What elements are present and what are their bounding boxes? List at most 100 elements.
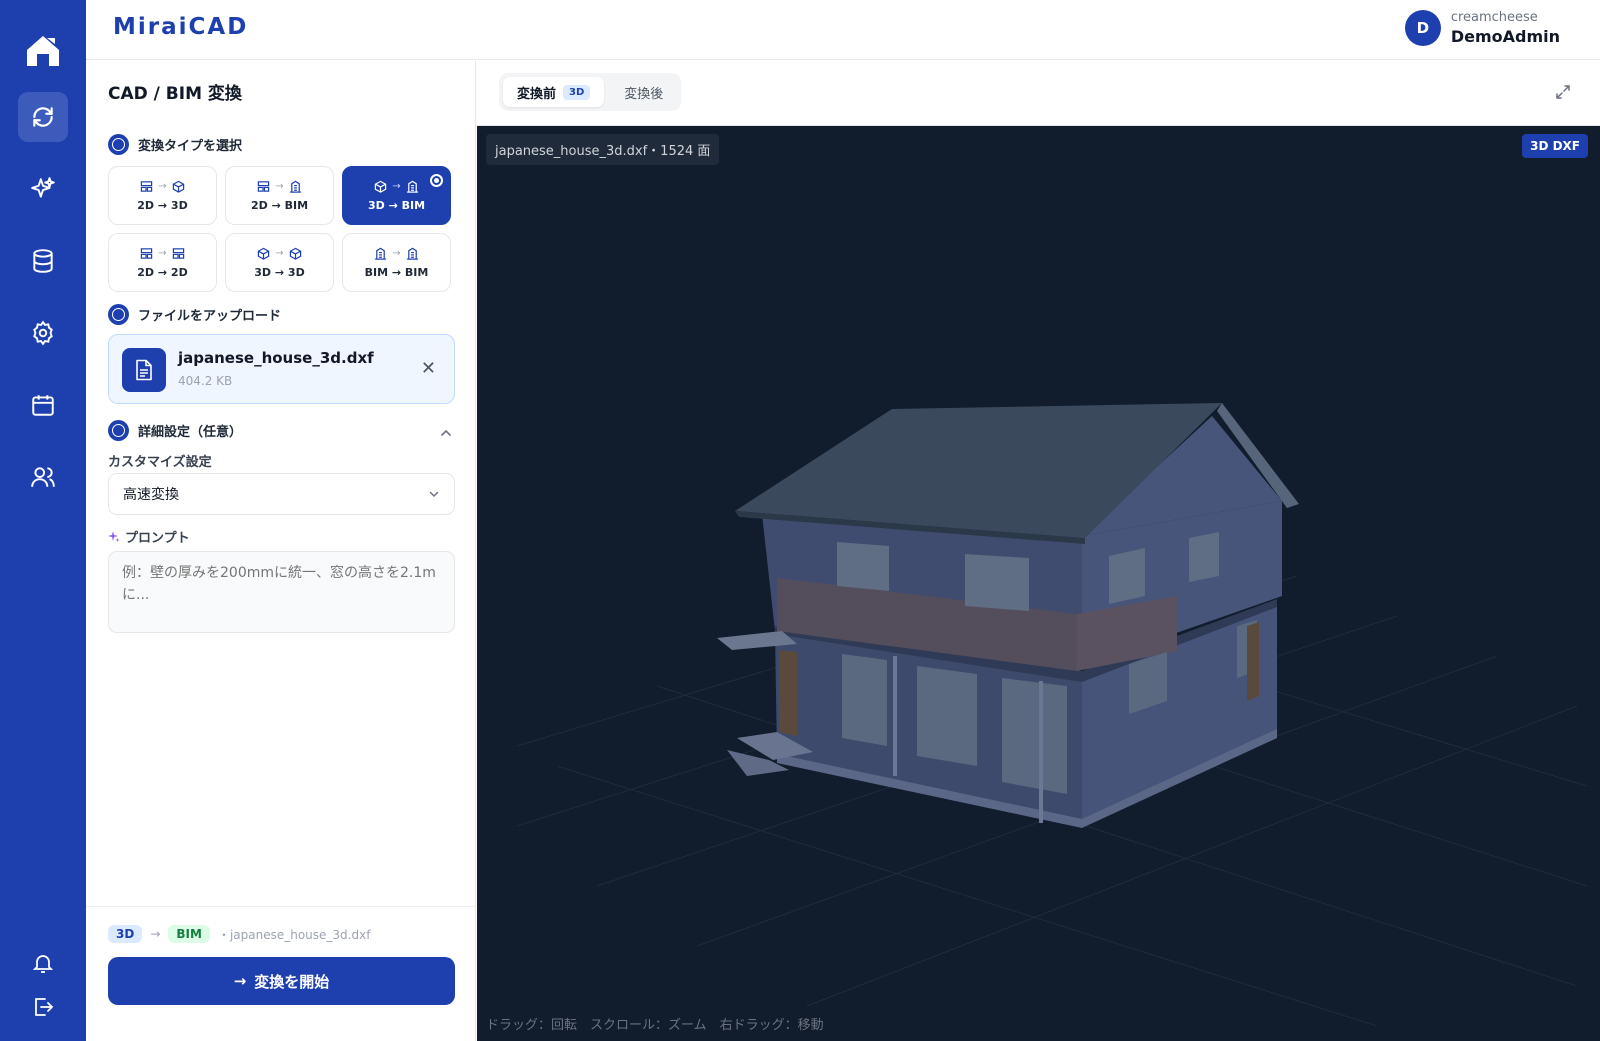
type-label: 2D → 3D [137,198,188,212]
format-badge: 3D DXF [1522,134,1588,158]
house-logo-icon[interactable] [23,30,63,70]
cube-3d-icon [258,247,270,260]
conversion-type-grid: → 2D → 3D → 2D → BIM → 3D → BIM → 2D → 2… [108,166,455,292]
bell-icon[interactable] [31,951,55,975]
sidebar-item-users[interactable] [18,452,68,502]
gear-icon [33,320,53,346]
users-icon [31,467,55,487]
conversion-route: 3D → BIM ・japanese_house_3d.dxf [108,925,370,943]
customize-select-value: 高速変換 [123,487,179,503]
uploaded-file-card: japanese_house_3d.dxf 404.2 KB ✕ [108,334,455,404]
file-size: 404.2 KB [178,374,233,388]
house-3d-model[interactable] [477,126,1600,1041]
route-arrow-icon: → [150,927,161,941]
customize-label: カスタマイズ設定 [108,455,212,470]
plan-2d-icon [141,180,153,192]
start-conversion-label: 変換を開始 [254,972,330,991]
file-document-icon [122,348,166,392]
model-viewer-canvas[interactable]: japanese_house_3d.dxf・1524 面 3D DXF ドラッグ… [477,126,1600,1041]
prompt-label: プロンプト [108,527,190,546]
type-label: 3D → 3D [254,265,305,279]
viewer-controls-hint: ドラッグ：回転 スクロール：ズーム 右ドラッグ：移動 [486,1018,824,1033]
user-menu[interactable]: D creamcheese DemoAdmin [1404,9,1560,47]
tab-before[interactable]: 変換前 3D [503,77,605,107]
house-body [717,403,1299,828]
step-label: ファイルをアップロード [138,309,282,324]
step-label: 変換タイプを選択 [138,139,243,154]
step-upload-file: ファイルをアップロード [108,304,281,325]
step-select-type: 変換タイプを選択 [108,134,242,155]
sidebar-nav [18,92,68,502]
chevron-up-icon[interactable] [439,426,453,440]
type-2d-to-2d[interactable]: → 2D → 2D [108,233,217,292]
top-header: MiraiCAD D creamcheese DemoAdmin [86,0,1600,60]
sidebar-bottom [31,951,55,1019]
route-file: ・japanese_house_3d.dxf [217,927,371,942]
post [893,656,897,776]
tab-after[interactable]: 変換後 [610,77,677,107]
building-bim-icon [289,180,301,193]
prompt-label-text: プロンプト [125,531,190,546]
arrow-right-icon: → [233,972,247,990]
step-check-icon [108,304,129,325]
chevron-down-icon [429,491,439,498]
conversion-panel: CAD / BIM 変換 変換タイプを選択 → 2D → 3D → 2D → B… [86,61,476,1041]
cube-3d-icon [375,180,387,193]
step-advanced-settings[interactable]: 詳細設定（任意） [108,420,242,441]
file-name: japanese_house_3d.dxf [178,349,374,367]
sidebar-item-settings[interactable] [18,308,68,358]
database-icon [33,249,53,273]
calendar-icon [32,395,54,416]
cube-3d-icon [289,247,301,260]
sidebar-item-calendar[interactable] [18,380,68,430]
type-2d-to-bim[interactable]: → 2D → BIM [225,166,334,225]
view-tabs: 変換前 3D 変換後 [499,73,682,111]
type-bim-to-bim[interactable]: → BIM → BIM [342,233,451,292]
route-from-badge: 3D [108,925,143,943]
refresh-icon [33,107,53,127]
remove-file-close-icon[interactable]: ✕ [421,358,436,380]
type-3d-to-3d[interactable]: → 3D → 3D [225,233,334,292]
sidebar-item-convert[interactable] [18,92,68,142]
selected-radio-icon [430,174,443,187]
avatar: D [1404,10,1441,46]
plan-2d-icon [172,247,184,259]
sidebar-item-database[interactable] [18,236,68,286]
panel-footer: 3D → BIM ・japanese_house_3d.dxf → 変換を開始 [86,906,475,1041]
user-org: creamcheese [1450,10,1538,25]
plan-2d-icon [141,247,153,259]
tab-after-label: 変換後 [624,86,664,102]
brand-logo[interactable]: MiraiCAD [113,14,248,40]
building-bim-icon [375,247,387,260]
logout-icon[interactable] [31,995,55,1019]
type-label: 3D → BIM [367,198,426,212]
route-to-badge: BIM [168,925,210,943]
step-check-icon [108,420,129,441]
post [1039,681,1043,823]
step-check-icon [108,134,129,155]
tab-before-badge: 3D [563,84,591,100]
viewer-toolbar: 変換前 3D 変換後 [477,61,1600,126]
sparkle-icon [31,177,55,198]
plan-2d-icon [258,180,270,192]
user-name: DemoAdmin [1450,27,1560,46]
sidebar [0,0,86,1041]
prompt-input[interactable] [108,551,455,633]
type-label: 2D → BIM [250,198,309,212]
start-conversion-button[interactable]: → 変換を開始 [108,957,455,1005]
sparkle-icon [108,530,120,542]
building-bim-icon [406,180,418,193]
type-label: 2D → 2D [137,265,188,279]
expand-icon[interactable] [1554,83,1572,101]
type-3d-to-bim[interactable]: → 3D → BIM [342,166,451,225]
customize-select[interactable]: 高速変換 [108,473,455,515]
cube-3d-icon [172,180,184,193]
page-title: CAD / BIM 変換 [108,84,242,104]
sidebar-item-ai[interactable] [18,164,68,214]
tab-before-label: 変換前 [517,86,557,102]
building-bim-icon [406,247,418,260]
type-label: BIM → BIM [364,265,429,279]
model-file-info: japanese_house_3d.dxf・1524 面 [486,134,720,165]
type-2d-to-3d[interactable]: → 2D → 3D [108,166,217,225]
step-label: 詳細設定（任意） [138,425,243,440]
